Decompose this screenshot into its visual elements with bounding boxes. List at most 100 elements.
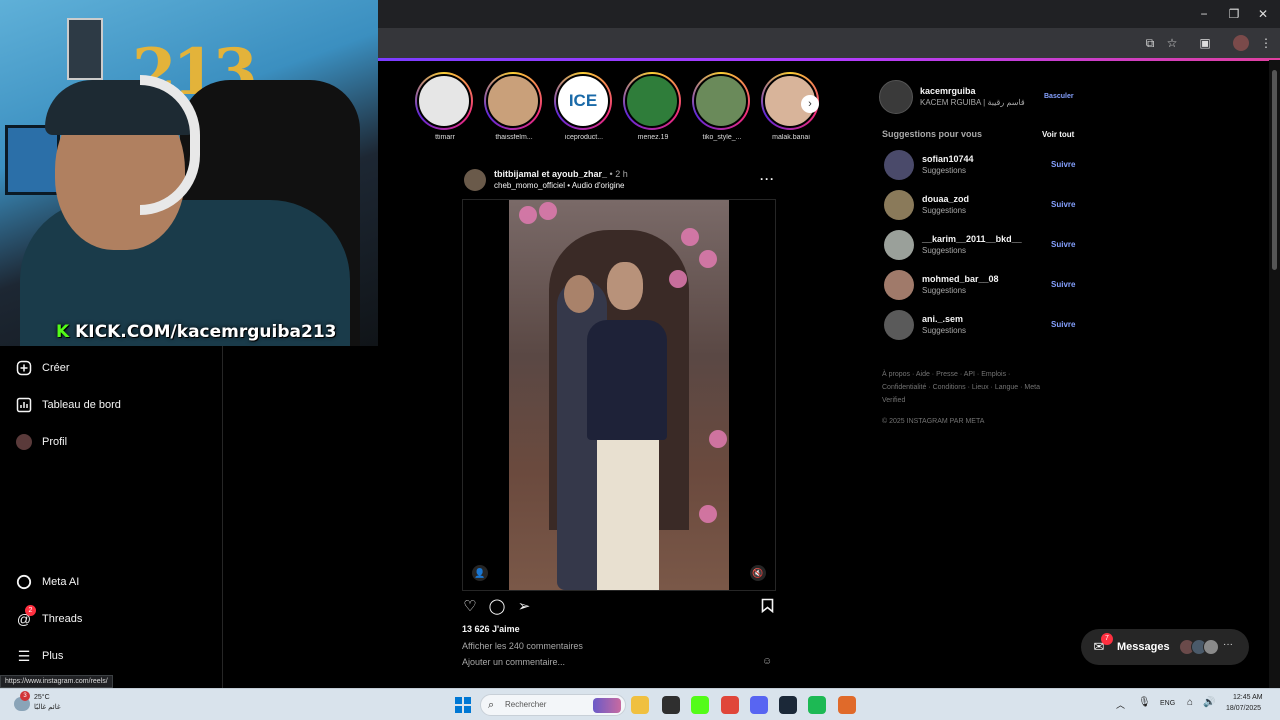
follow-button[interactable]: Suivre [1051, 160, 1075, 169]
chrome-icon[interactable] [721, 696, 739, 714]
suggestion-username[interactable]: douaa_zod [922, 194, 969, 204]
clock-time[interactable]: 12:45 AM [1233, 694, 1263, 701]
app-icon[interactable] [838, 696, 856, 714]
view-comments-link[interactable]: Afficher les 240 commentaires [462, 641, 583, 651]
story-item[interactable]: tiko_style_... [692, 72, 752, 141]
clock-date[interactable]: 18/07/2025 [1226, 705, 1261, 712]
taskbar: 3 25°C غائم غالبًا ⌕ Rechercher ︿ 🎙 ENG … [0, 688, 1280, 720]
microphone-icon[interactable]: 🎙 [1138, 697, 1151, 708]
file-explorer-icon[interactable] [631, 696, 649, 714]
task-view-icon[interactable] [662, 696, 680, 714]
nav-meta-ai[interactable]: Meta AI [16, 570, 79, 594]
nav-threads[interactable]: @2 Threads [16, 605, 82, 631]
weather-temp[interactable]: 25°C [34, 694, 50, 701]
weather-desc[interactable]: غائم غالبًا [34, 703, 61, 711]
close-icon[interactable]: ✕ [1255, 6, 1271, 22]
scrollbar-thumb[interactable] [1272, 70, 1277, 270]
extensions-icon[interactable]: ▣ [1197, 35, 1213, 51]
suggestion-username[interactable]: mohmed_bar__08 [922, 274, 999, 284]
star-icon[interactable]: ☆ [1164, 35, 1180, 51]
nav-dashboard[interactable]: Tableau de bord [16, 393, 121, 417]
suggestion-subtitle: Suggestions [922, 246, 967, 255]
post-avatar[interactable] [464, 169, 486, 191]
volume-icon[interactable]: 🔊 [1203, 697, 1215, 708]
tray-chevron-icon[interactable]: ︿ [1116, 698, 1125, 711]
footer-links[interactable]: À propos · Aide · Presse · API · Emplois… [882, 368, 1052, 407]
nav-create[interactable]: Créer [16, 356, 70, 380]
story-item[interactable]: ttimarr [415, 72, 475, 141]
post-users[interactable]: tbitbijamal et ayoub_zhar_ [494, 169, 607, 179]
plus-square-icon [16, 360, 32, 376]
search-placeholder: Rechercher [505, 700, 547, 709]
flower [539, 202, 557, 220]
stories-next-button[interactable]: › [801, 95, 819, 113]
follow-button[interactable]: Suivre [1051, 320, 1075, 329]
kick-url: KICK.COM/kacemrguiba213 [75, 322, 337, 342]
story-avatar [417, 74, 471, 128]
comment-icon[interactable]: ◯ [488, 598, 506, 616]
suggestion-avatar[interactable] [884, 150, 914, 180]
suggestion-avatar[interactable] [884, 190, 914, 220]
suggestion-avatar[interactable] [884, 230, 914, 260]
install-icon[interactable]: ⧉ [1142, 35, 1158, 51]
discord-icon[interactable] [750, 696, 768, 714]
flower [519, 206, 537, 224]
post-header[interactable]: tbitbijamal et ayoub_zhar_ • 2 h [494, 169, 628, 179]
story-avatar [486, 74, 540, 128]
nav-label: Meta AI [42, 576, 80, 588]
emoji-icon[interactable]: ☺ [762, 656, 772, 667]
suggestion-username[interactable]: ani._.sem [922, 314, 963, 324]
share-icon[interactable]: ➢ [515, 598, 533, 616]
bookmark-icon[interactable] [758, 598, 776, 616]
post-audio[interactable]: cheb_momo_officiel • Audio d'origine [494, 181, 625, 190]
suggestion-subtitle: Suggestions [922, 286, 967, 295]
network-icon[interactable]: ⌂ [1187, 697, 1193, 708]
my-avatar[interactable] [879, 80, 913, 114]
kick-app-icon[interactable] [691, 696, 709, 714]
minimize-icon[interactable]: − [1196, 6, 1212, 22]
nav-profile[interactable]: Profil [16, 430, 67, 454]
taskbar-search[interactable]: ⌕ Rechercher [480, 694, 626, 716]
suggestion-username[interactable]: sofian10744 [922, 154, 974, 164]
language-indicator[interactable]: ENG [1160, 700, 1175, 707]
more-dots-icon: ··· [1223, 639, 1233, 650]
more-options-icon[interactable]: ··· [760, 172, 775, 186]
suggestion-username[interactable]: __karim__2011__bkd__ [922, 234, 1022, 244]
nav-more[interactable]: ☰ Plus [16, 644, 64, 668]
story-item[interactable]: menez.19 [623, 72, 683, 141]
story-avatar: ICE [556, 74, 610, 128]
my-username[interactable]: kacemrguiba [920, 86, 976, 96]
audio-user[interactable]: cheb_momo_officiel [494, 181, 565, 190]
suggestion-avatar[interactable] [884, 270, 914, 300]
see-all-link[interactable]: Voir tout [1042, 130, 1074, 139]
profile-icon[interactable] [1233, 35, 1249, 51]
heart-icon[interactable]: ♡ [461, 598, 479, 616]
comment-input[interactable]: Ajouter un commentaire... [462, 657, 565, 667]
switch-account-link[interactable]: Basculer [1044, 93, 1074, 100]
story-item[interactable]: thaissfelm... [484, 72, 544, 141]
left-sidebar: Créer Tableau de bord Profil Meta AI @2 … [0, 346, 223, 688]
status-url: https://www.instagram.com/reels/ [0, 675, 113, 688]
post-image[interactable] [509, 200, 729, 590]
menu-icon[interactable]: ⋮ [1258, 35, 1274, 51]
steam-icon[interactable] [779, 696, 797, 714]
story-item[interactable]: ICE iceproduct... [554, 72, 614, 141]
windows-start-icon[interactable] [455, 697, 471, 713]
story-label: menez.19 [637, 134, 669, 141]
my-fullname: KACEM RGUIBA | قاسم رقيبة [920, 98, 1025, 107]
spotify-icon[interactable] [808, 696, 826, 714]
restore-icon[interactable]: ❐ [1226, 6, 1242, 22]
suggestions-title: Suggestions pour vous [882, 129, 983, 139]
audio-label[interactable]: • Audio d'origine [567, 181, 624, 190]
follow-button[interactable]: Suivre [1051, 200, 1075, 209]
meta-ai-icon [16, 574, 32, 590]
story-label: tiko_style_... [702, 134, 742, 141]
follow-button[interactable]: Suivre [1051, 280, 1075, 289]
follow-button[interactable]: Suivre [1051, 240, 1075, 249]
mute-icon[interactable]: 🔇 [750, 565, 766, 581]
suggestion-avatar[interactable] [884, 310, 914, 340]
likes-count[interactable]: 13 626 J'aime [462, 624, 520, 634]
story-ring [692, 72, 750, 130]
messages-button[interactable]: ✉ 7 Messages ··· [1081, 629, 1249, 665]
tagged-people-icon[interactable]: 👤 [472, 565, 488, 581]
